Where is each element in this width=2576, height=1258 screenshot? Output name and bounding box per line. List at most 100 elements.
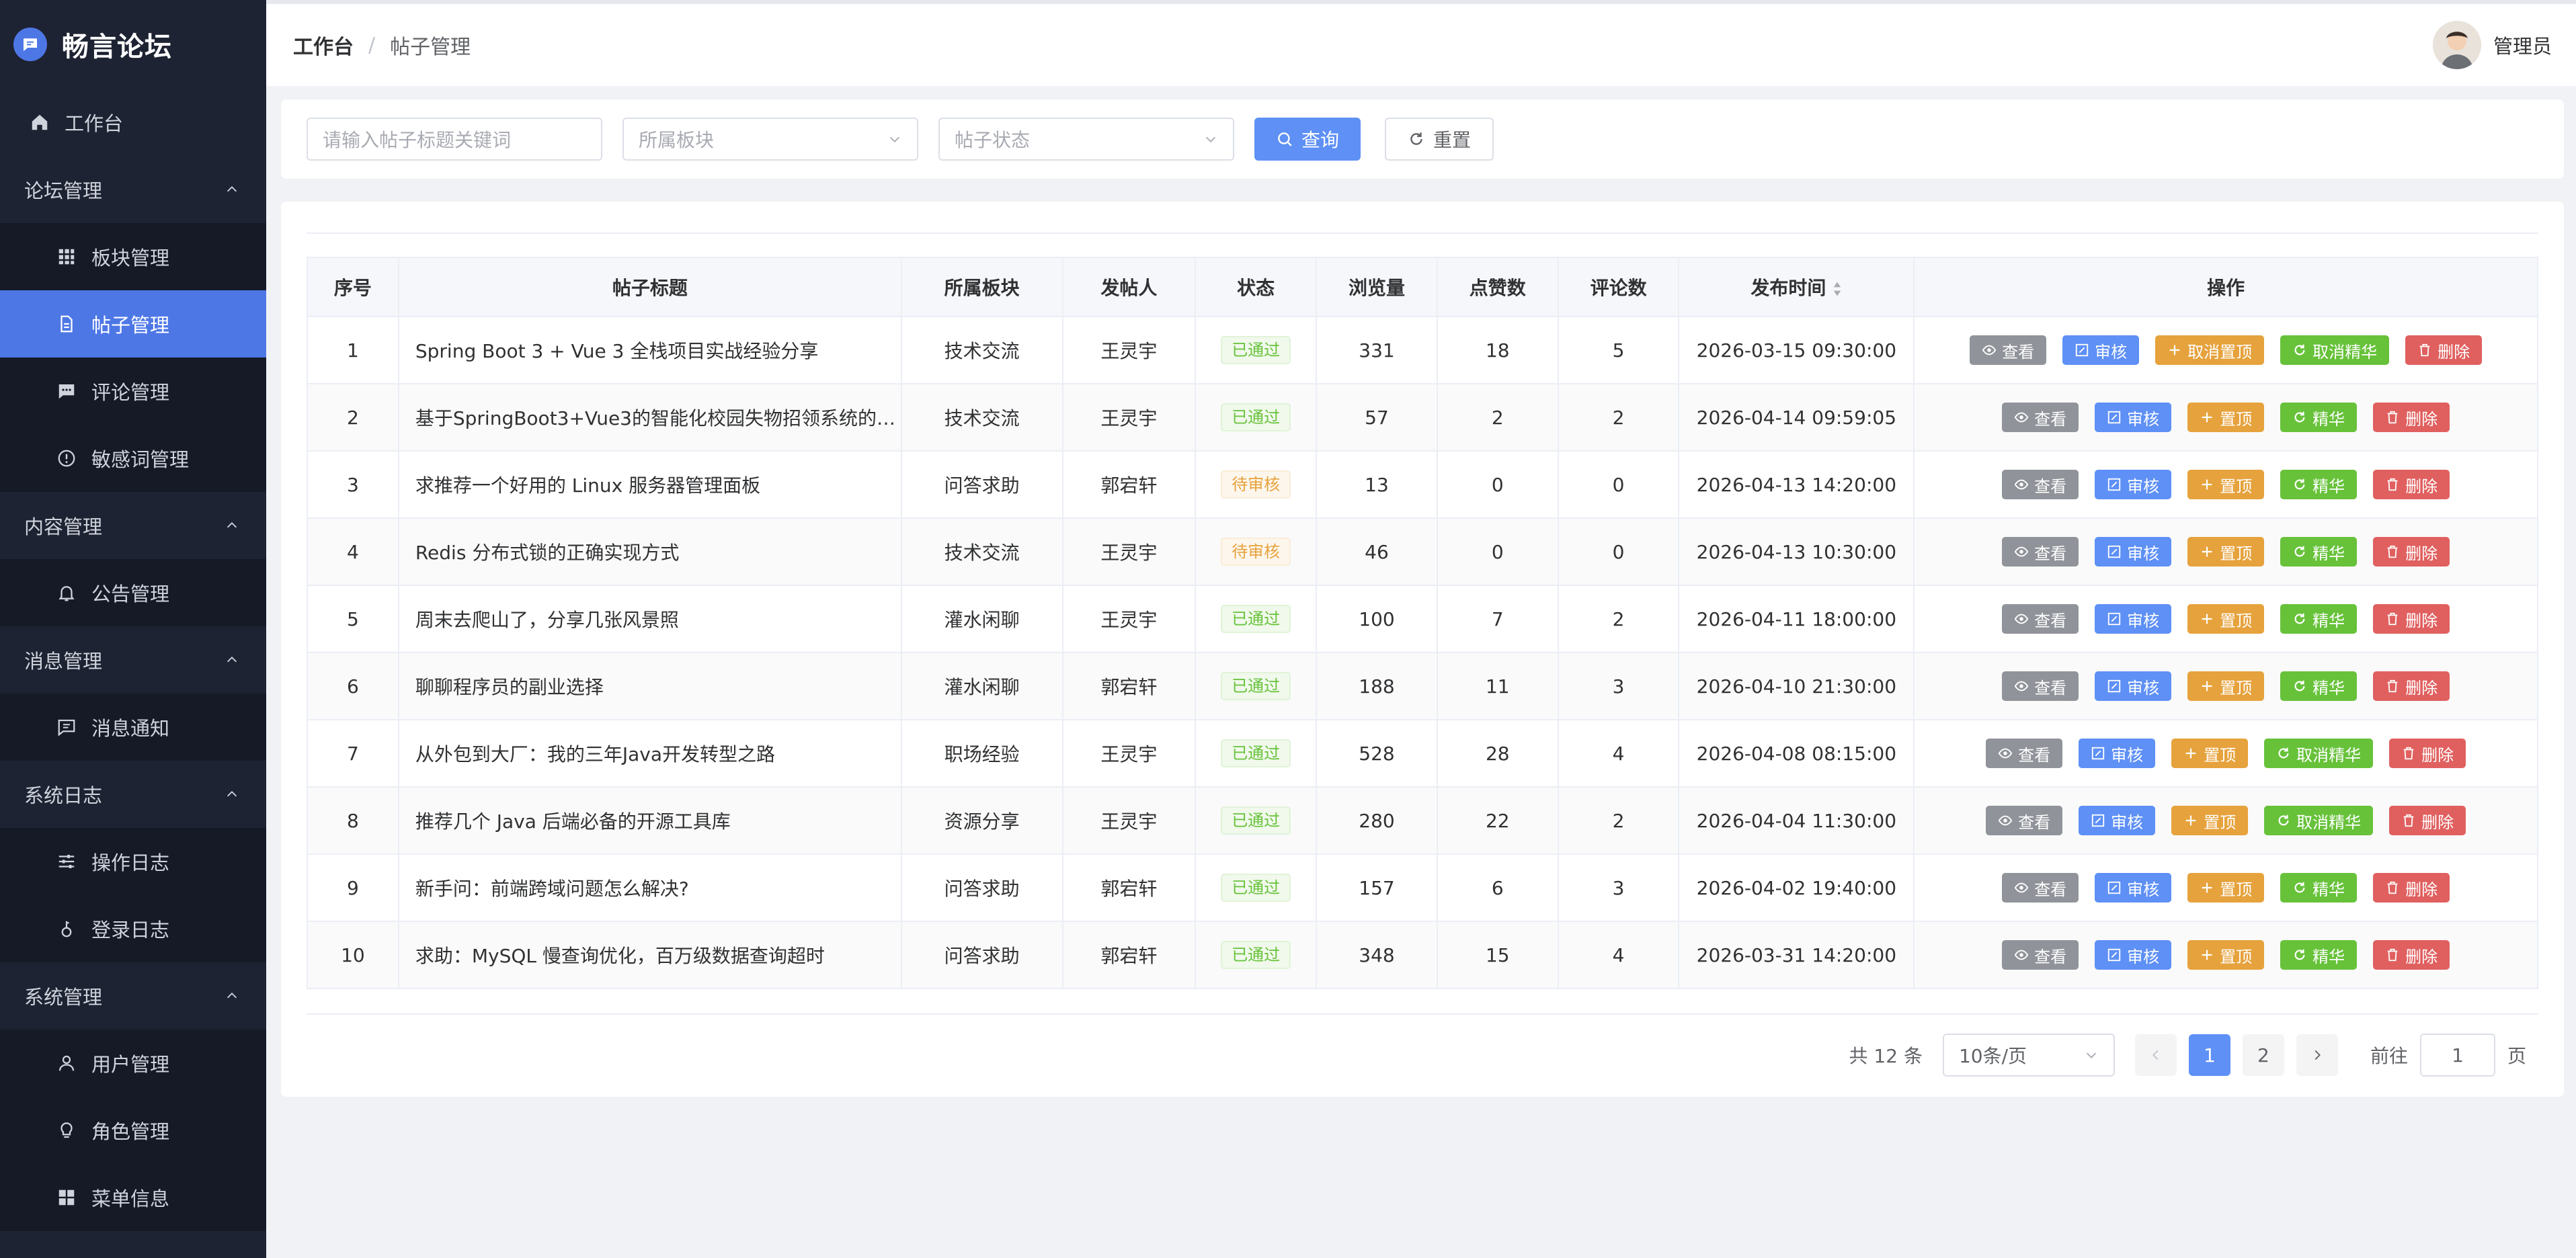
sidebar-group-system[interactable]: 系统管理 — [0, 962, 266, 1030]
delete-button[interactable]: 删除 — [2373, 604, 2450, 634]
pin-button[interactable]: 取消置顶 — [2155, 335, 2265, 365]
essence-button[interactable]: 精华 — [2280, 873, 2358, 903]
sidebar-item-sensitive-words[interactable]: 敏感词管理 — [0, 425, 266, 492]
sidebar-item-login-log[interactable]: 登录日志 — [0, 895, 266, 962]
chevron-down-icon — [889, 136, 900, 142]
essence-button[interactable]: 取消精华 — [2264, 739, 2374, 768]
keyword-input[interactable]: 请输入帖子标题关键词 — [307, 118, 602, 161]
user-menu[interactable]: 管理员 — [2432, 21, 2552, 69]
sidebar-group-messages[interactable]: 消息管理 — [0, 626, 266, 694]
audit-button[interactable]: 审核 — [2095, 537, 2172, 567]
audit-button[interactable]: 审核 — [2095, 470, 2172, 499]
actions-cell: 查看 审核 置顶 精华 删除 — [1913, 652, 2538, 720]
view-button[interactable]: 查看 — [1970, 335, 2047, 365]
trash-icon — [2387, 679, 2398, 693]
view-button[interactable]: 查看 — [2002, 671, 2079, 701]
goto-page-input[interactable]: 1 — [2419, 1034, 2495, 1077]
sidebar-item-users[interactable]: 用户管理 — [0, 1030, 266, 1097]
table-body: 1 Spring Boot 3 + Vue 3 全栈项目实战经验分享 技术交流 王灵宇… — [307, 316, 2538, 989]
column-header-sortable[interactable]: 发布时间 — [1678, 257, 1915, 317]
audit-button[interactable]: 审核 — [2095, 940, 2172, 970]
delete-button[interactable]: 删除 — [2373, 671, 2450, 701]
view-button[interactable]: 查看 — [2002, 604, 2079, 634]
chevron-down-icon — [2086, 1052, 2097, 1058]
view-button[interactable]: 查看 — [2002, 470, 2079, 499]
essence-button[interactable]: 精华 — [2280, 604, 2358, 634]
audit-button[interactable]: 审核 — [2095, 671, 2172, 701]
sidebar-item-comments[interactable]: 评论管理 — [0, 358, 266, 425]
sidebar-item-announcements[interactable]: 公告管理 — [0, 559, 266, 626]
pin-button[interactable]: 置顶 — [2187, 470, 2265, 499]
view-button[interactable]: 查看 — [1986, 806, 2063, 835]
essence-button[interactable]: 取消精华 — [2264, 806, 2374, 835]
search-button[interactable]: 查询 — [1254, 118, 1361, 161]
comment-count: 3 — [1557, 652, 1680, 720]
view-button[interactable]: 查看 — [1986, 739, 2063, 768]
status-badge: 已通过 — [1221, 739, 1291, 767]
pin-button[interactable]: 置顶 — [2187, 873, 2265, 903]
post-author: 王灵宇 — [1061, 517, 1197, 586]
column-header: 状态 — [1195, 257, 1318, 317]
view-button[interactable]: 查看 — [2002, 873, 2079, 903]
pin-button[interactable]: 置顶 — [2187, 940, 2265, 970]
page-2-button[interactable]: 2 — [2242, 1034, 2284, 1076]
sidebar-item-section[interactable]: 板块管理 — [0, 223, 266, 290]
sidebar-group-forum[interactable]: 论坛管理 — [0, 156, 266, 223]
delete-button[interactable]: 删除 — [2373, 403, 2450, 432]
audit-button[interactable]: 审核 — [2062, 335, 2140, 365]
audit-button[interactable]: 审核 — [2095, 403, 2172, 432]
pin-button[interactable]: 置顶 — [2187, 671, 2265, 701]
delete-button[interactable]: 删除 — [2373, 537, 2450, 567]
pin-button[interactable]: 置顶 — [2187, 604, 2265, 634]
essence-button[interactable]: 精华 — [2280, 470, 2358, 499]
view-button-label: 查看 — [2034, 880, 2067, 899]
actions-cell: 查看 审核 置顶 精华 删除 — [1913, 585, 2538, 653]
eye-icon — [2014, 681, 2029, 691]
page-1-button[interactable]: 1 — [2188, 1034, 2230, 1076]
delete-button[interactable]: 删除 — [2373, 940, 2450, 970]
sidebar-item-notifications[interactable]: 消息通知 — [0, 694, 266, 761]
delete-button[interactable]: 删除 — [2373, 873, 2450, 903]
delete-button[interactable]: 删除 — [2373, 470, 2450, 499]
delete-button[interactable]: 删除 — [2389, 739, 2466, 768]
sidebar-item-roles[interactable]: 角色管理 — [0, 1097, 266, 1164]
pin-button[interactable]: 置顶 — [2171, 739, 2249, 768]
audit-button[interactable]: 审核 — [2079, 739, 2156, 768]
delete-button[interactable]: 删除 — [2389, 806, 2466, 835]
sidebar-item-menus[interactable]: 菜单信息 — [0, 1164, 266, 1231]
sidebar-group-logs[interactable]: 系统日志 — [0, 761, 266, 828]
sidebar-item-posts[interactable]: 帖子管理 — [0, 290, 266, 358]
section-select[interactable]: 所属板块 — [622, 118, 918, 161]
page-size-select[interactable]: 10条/页 — [1942, 1034, 2115, 1077]
audit-button[interactable]: 审核 — [2095, 873, 2172, 903]
sidebar-group-content[interactable]: 内容管理 — [0, 492, 266, 559]
pin-button[interactable]: 置顶 — [2171, 806, 2249, 835]
essence-button[interactable]: 精华 — [2280, 537, 2358, 567]
prev-page-button[interactable] — [2134, 1034, 2177, 1076]
refresh-icon — [1410, 132, 1422, 145]
essence-button[interactable]: 精华 — [2280, 671, 2358, 701]
status-badge: 待审核 — [1221, 470, 1291, 499]
view-button[interactable]: 查看 — [2002, 940, 2079, 970]
audit-button[interactable]: 审核 — [2095, 604, 2172, 634]
view-button[interactable]: 查看 — [2002, 537, 2079, 567]
reset-button[interactable]: 重置 — [1385, 118, 1494, 161]
audit-button[interactable]: 审核 — [2079, 806, 2156, 835]
sort-icon[interactable] — [1833, 280, 1842, 298]
delete-button[interactable]: 删除 — [2405, 335, 2483, 365]
view-button[interactable]: 查看 — [2002, 403, 2079, 432]
trash-icon — [2387, 612, 2398, 626]
pin-button[interactable]: 置顶 — [2187, 537, 2265, 567]
row-index: 9 — [307, 853, 399, 922]
sidebar-item-operation-log[interactable]: 操作日志 — [0, 828, 266, 895]
sidebar-item-workbench[interactable]: 工作台 — [0, 89, 266, 156]
pin-button[interactable]: 置顶 — [2187, 403, 2265, 432]
next-page-button[interactable] — [2296, 1034, 2338, 1076]
essence-button[interactable]: 取消精华 — [2280, 335, 2390, 365]
breadcrumb-home[interactable]: 工作台 — [293, 30, 354, 60]
view-button-label: 查看 — [2034, 947, 2067, 966]
essence-button[interactable]: 精华 — [2280, 403, 2358, 432]
essence-button[interactable]: 精华 — [2280, 940, 2358, 970]
status-select[interactable]: 帖子状态 — [938, 118, 1234, 161]
actions-cell: 查看 审核 置顶 精华 删除 — [1913, 853, 2538, 922]
